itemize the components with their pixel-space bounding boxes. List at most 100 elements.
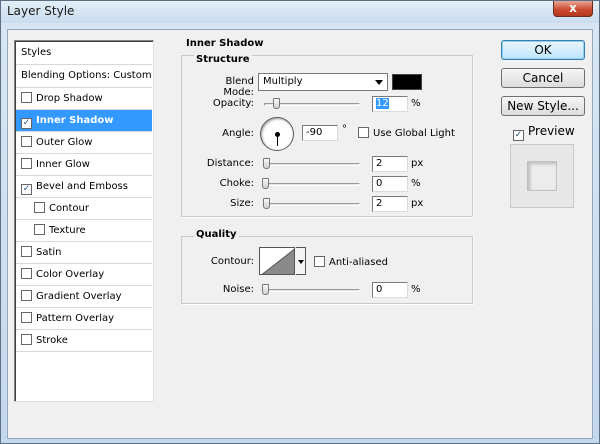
preview-checkbox[interactable]: ✓ Preview (513, 124, 575, 141)
noise-input[interactable]: 0 (372, 282, 408, 298)
contour-curve (261, 248, 294, 274)
distance-input[interactable]: 2 (372, 156, 408, 172)
opacity-slider-thumb[interactable] (272, 98, 280, 109)
ok-button[interactable]: OK (501, 40, 585, 60)
cancel-button[interactable]: Cancel (501, 68, 585, 88)
blending-options-item[interactable]: Blending Options: Custom (16, 65, 152, 88)
style-item-checkbox[interactable] (21, 158, 32, 169)
style-item-checkbox[interactable] (21, 334, 32, 345)
preview-box[interactable]: ✓ (513, 130, 524, 141)
angle-value: -90 (306, 127, 323, 138)
style-item[interactable]: Outer Glow (16, 132, 152, 154)
style-item-label: Gradient Overlay (36, 291, 122, 302)
use-global-light-checkbox[interactable]: Use Global Light (358, 127, 455, 139)
opacity-label: Opacity: (212, 98, 254, 109)
angle-label: Angle: (222, 128, 254, 139)
blending-options-label: Blending Options: Custom (21, 70, 152, 81)
style-item-label: Contour (49, 203, 89, 214)
use-global-light-label: Use Global Light (373, 128, 455, 139)
contour-dropdown[interactable] (296, 247, 306, 275)
layer-style-dialog: Layer Style x Styles Blending Options: C… (0, 0, 600, 444)
check-icon[interactable]: ✓ (21, 118, 32, 129)
preview-label: Preview (528, 124, 575, 138)
check-icon[interactable]: ✓ (21, 184, 32, 195)
shadow-color-swatch[interactable] (392, 74, 422, 90)
distance-slider-track[interactable] (264, 163, 360, 166)
distance-value: 2 (376, 158, 383, 169)
quality-title: Quality (194, 229, 239, 240)
style-item-checkbox[interactable] (21, 290, 32, 301)
style-item-label: Bevel and Emboss (36, 181, 128, 192)
style-item-checkbox[interactable] (34, 202, 45, 213)
style-item[interactable]: ✓ Inner Shadow (16, 110, 152, 132)
close-button[interactable]: x (553, 1, 593, 17)
chevron-down-icon (375, 80, 383, 85)
chevron-down-icon (298, 260, 304, 264)
styles-header-label: Styles (21, 47, 52, 58)
angle-dial-center (275, 132, 280, 137)
style-item-label: Satin (36, 247, 62, 258)
close-icon: x (569, 1, 577, 15)
choke-slider-track[interactable] (264, 183, 360, 186)
style-item-checkbox[interactable] (21, 246, 32, 257)
window-title: Layer Style (7, 4, 75, 18)
noise-slider-track[interactable] (264, 289, 360, 292)
style-item[interactable]: ✓ Bevel and Emboss (16, 176, 152, 198)
style-item-label: Color Overlay (36, 269, 105, 280)
style-preview-swatch (527, 161, 557, 191)
opacity-value: 12 (376, 98, 389, 109)
structure-title: Structure (194, 54, 252, 65)
blend-mode-value: Multiply (263, 76, 303, 87)
style-item-checkbox[interactable] (21, 136, 32, 147)
noise-slider-thumb[interactable] (262, 284, 269, 295)
opacity-input[interactable]: 12 (372, 96, 408, 112)
style-item[interactable]: Gradient Overlay (16, 286, 152, 308)
opacity-unit: % (411, 98, 421, 109)
size-slider-thumb[interactable] (262, 198, 270, 209)
style-item-label: Outer Glow (36, 137, 93, 148)
choke-value: 0 (376, 178, 383, 189)
noise-unit: % (411, 284, 421, 295)
size-input[interactable]: 2 (372, 196, 408, 212)
style-item-checkbox[interactable] (21, 92, 32, 103)
dialog-body: Styles Blending Options: Custom Drop Sha… (7, 29, 593, 439)
style-item[interactable]: Color Overlay (16, 264, 152, 286)
angle-unit: ° (342, 124, 347, 135)
angle-input[interactable]: -90 (302, 125, 338, 141)
style-item-checkbox[interactable] (34, 224, 45, 235)
distance-slider-thumb[interactable] (262, 158, 270, 169)
styles-header[interactable]: Styles (16, 41, 152, 65)
new-style-button[interactable]: New Style... (501, 96, 585, 116)
choke-slider-thumb[interactable] (262, 178, 269, 189)
choke-label: Choke: (219, 178, 254, 189)
style-item[interactable]: Inner Glow (16, 154, 152, 176)
noise-value: 0 (376, 284, 383, 295)
blend-mode-select[interactable]: Multiply (258, 73, 388, 91)
style-item[interactable]: Contour (16, 198, 152, 220)
style-item[interactable]: Pattern Overlay (16, 308, 152, 330)
style-item[interactable]: Drop Shadow (16, 88, 152, 110)
size-slider-track[interactable] (264, 203, 360, 206)
style-item-label: Inner Glow (36, 159, 90, 170)
style-item[interactable]: Texture (16, 220, 152, 242)
style-item[interactable]: Stroke (16, 330, 152, 352)
styles-list: Styles Blending Options: Custom Drop Sha… (14, 40, 154, 402)
style-item[interactable]: Satin (16, 242, 152, 264)
linear-contour-icon[interactable] (259, 247, 295, 275)
style-item-label: Stroke (36, 335, 68, 346)
contour-label: Contour: (210, 256, 254, 267)
style-preview (510, 144, 574, 208)
size-value: 2 (376, 198, 383, 209)
angle-dial-icon[interactable] (260, 117, 294, 151)
style-item-label: Pattern Overlay (36, 313, 115, 324)
use-global-light-box[interactable] (358, 127, 369, 138)
anti-aliased-box[interactable] (314, 256, 325, 267)
style-item-label: Inner Shadow (36, 115, 114, 126)
style-item-checkbox[interactable] (21, 312, 32, 323)
blend-mode-label: Blend Mode: (223, 76, 254, 98)
choke-input[interactable]: 0 (372, 176, 408, 192)
anti-aliased-checkbox[interactable]: Anti-aliased (314, 256, 388, 268)
style-item-checkbox[interactable] (21, 268, 32, 279)
size-unit: px (411, 198, 424, 209)
title-bar[interactable]: Layer Style x (1, 1, 599, 23)
